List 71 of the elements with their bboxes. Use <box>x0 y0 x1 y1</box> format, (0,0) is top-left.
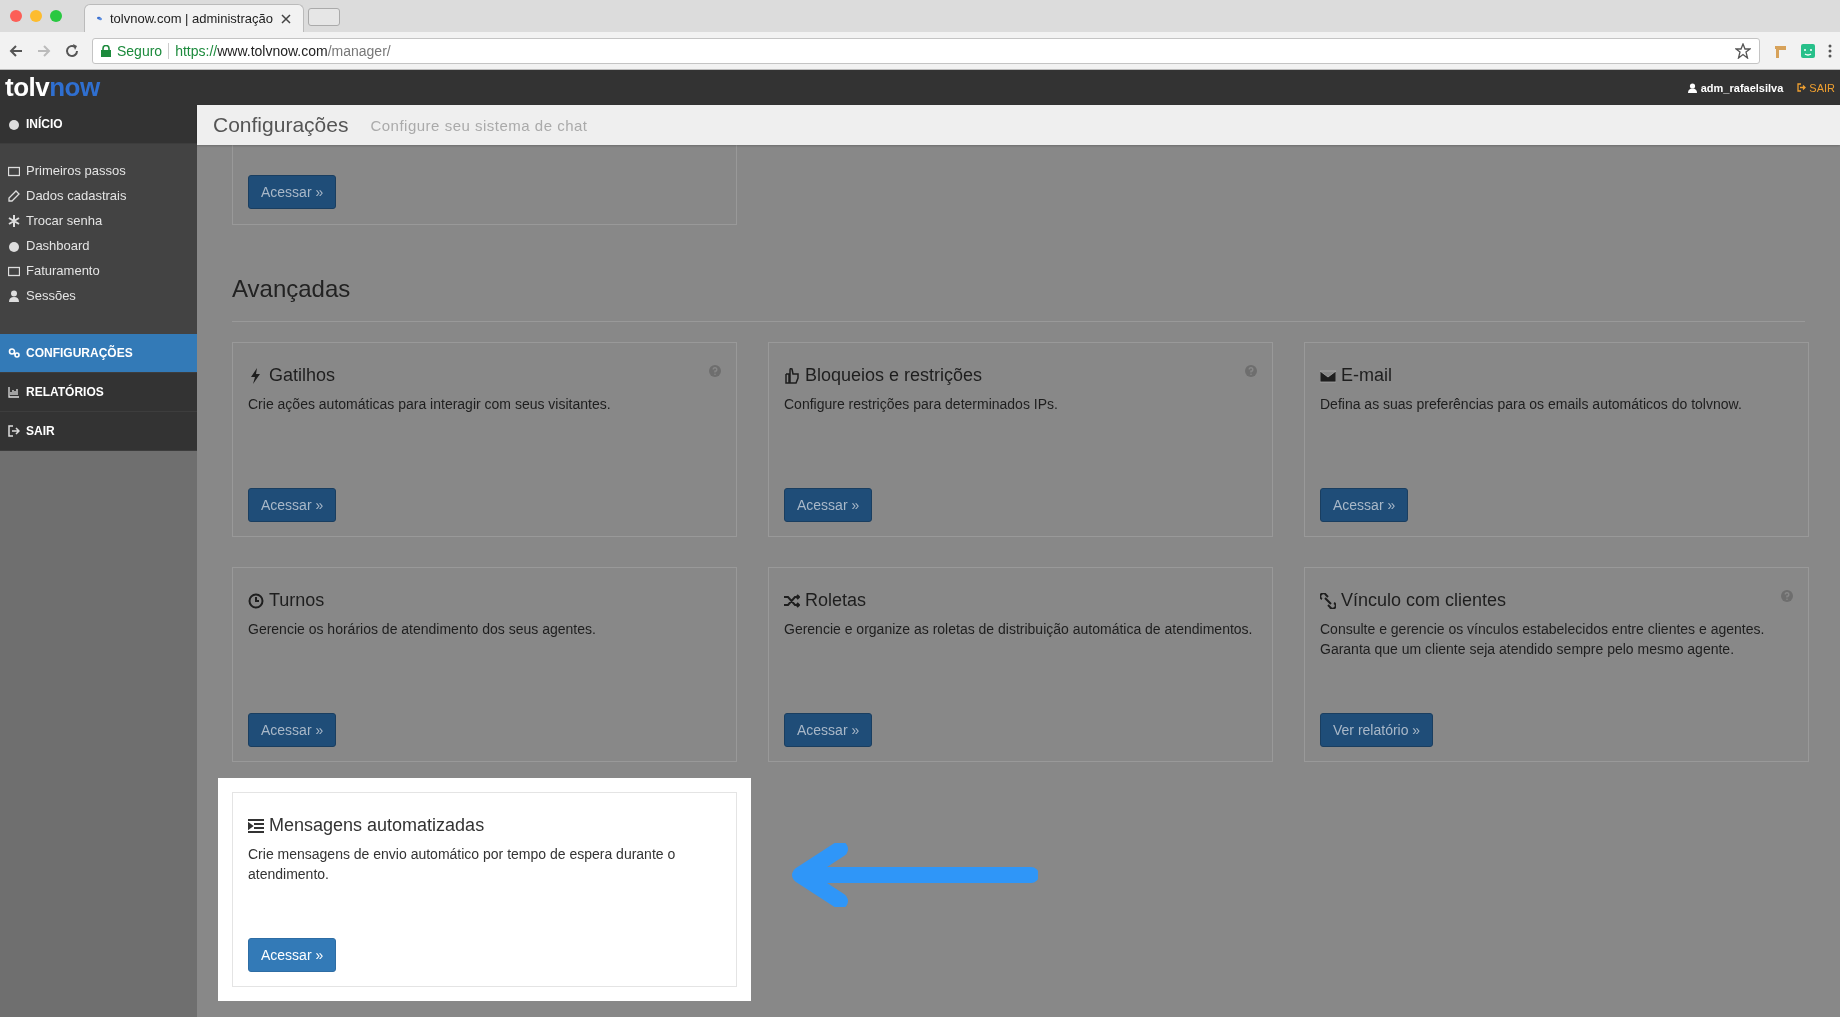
card-title: Bloqueios e restrições <box>805 365 984 386</box>
minimize-window-icon[interactable] <box>30 10 42 22</box>
card-description: Crie mensagens de envio automático por tempo de espera durante o atendimento. <box>248 845 677 884</box>
menu-icon[interactable] <box>1828 43 1832 58</box>
access-button[interactable]: Acessar » <box>784 488 873 522</box>
card-title: Vínculo com clientes <box>1341 590 1508 611</box>
sidebar-item[interactable]: SAIR <box>0 412 197 451</box>
access-button[interactable]: Acessar » <box>248 175 337 209</box>
user-icon <box>1687 82 1697 93</box>
card-title: E-mail <box>1341 365 1393 386</box>
section-heading: Avançadas <box>232 275 352 303</box>
access-button[interactable]: Acessar » <box>784 713 873 747</box>
card-description: Gerencie e organize as roletas de distribuição automática de atendimentos. <box>784 620 1254 639</box>
card-description: Gerencie os horários de atendimento dos seus agentes. <box>248 620 597 639</box>
sidebar-item[interactable]: RELATÓRIOS <box>0 373 197 412</box>
sidebar-item[interactable]: CONFIGURAÇÕES <box>0 334 197 373</box>
reload-icon[interactable] <box>64 42 80 59</box>
help-icon[interactable] <box>1245 365 1257 377</box>
back-icon[interactable] <box>8 42 24 59</box>
sidebar-item[interactable]: Primeiros passos <box>0 144 197 183</box>
browser-tab[interactable]: tolvnow.com | administração <box>84 4 304 32</box>
security-label: Seguro <box>117 42 163 59</box>
envelope-icon <box>1320 367 1336 384</box>
close-tab-icon[interactable] <box>281 13 291 24</box>
card-title: Gatilhos <box>269 365 337 386</box>
sign-out-icon <box>8 425 20 437</box>
address-field[interactable]: Seguro https://www.tolvnow.com/manager/ <box>92 37 1760 64</box>
sidebar-item[interactable]: Dados cadastrais <box>0 183 197 208</box>
access-button[interactable]: Acessar » <box>248 488 337 522</box>
bar-chart-icon <box>8 386 20 398</box>
card-description: Configure restrições para determinados IPs. <box>784 395 1059 414</box>
card-title: Mensagens automatizadas <box>269 815 486 836</box>
card-title: Turnos <box>269 590 326 611</box>
help-icon[interactable] <box>709 365 721 377</box>
clock-icon <box>248 592 264 609</box>
gears-icon <box>8 347 20 359</box>
card-description: Defina as suas preferências para os emails automáticos do tolvnow. <box>1320 395 1743 414</box>
page-subtitle: Configure seu sistema de chat <box>370 116 588 134</box>
sidebar-item[interactable]: Dashboard <box>0 233 197 258</box>
sidebar-item[interactable]: INÍCIO <box>0 105 197 144</box>
bookmark-star-icon[interactable] <box>1735 42 1751 59</box>
sidebar-item[interactable]: Sessões <box>0 283 197 334</box>
sign-out-icon <box>1797 83 1807 92</box>
asterisk-icon <box>8 214 20 227</box>
link-icon <box>1320 592 1336 609</box>
url-text: https://www.tolvnow.com/manager/ <box>175 42 392 59</box>
card-title: Roletas <box>805 590 868 611</box>
sidebar-item[interactable]: Trocar senha <box>0 208 197 233</box>
user-icon <box>8 289 20 302</box>
tab-title: tolvnow.com | administração <box>109 11 273 26</box>
edit-icon <box>8 189 20 202</box>
hand-icon <box>784 367 800 384</box>
logout-link[interactable]: SAIR <box>1797 81 1835 94</box>
forward-icon[interactable] <box>36 42 52 59</box>
lock-icon <box>101 44 111 57</box>
card-description: Consulte e gerencie os vínculos estabelecidos entre clientes e agentes. Garanta que um cliente seja atendido sempre pelo mesmo agente. <box>1320 620 1766 659</box>
indent-list-icon <box>248 817 264 834</box>
access-button[interactable]: Acessar » <box>248 713 337 747</box>
access-button[interactable]: Acessar » <box>1320 488 1409 522</box>
access-button[interactable]: Ver relatório » <box>1320 713 1434 747</box>
access-button[interactable]: Acessar » <box>248 938 337 972</box>
logo[interactable]: tolvnow <box>5 72 100 103</box>
card-description: Crie ações automáticas para interagir com seus visitantes. <box>248 395 612 414</box>
help-icon[interactable] <box>1781 590 1793 602</box>
sidebar-item[interactable]: Faturamento <box>0 258 197 283</box>
shuffle-icon <box>784 592 800 609</box>
close-window-icon[interactable] <box>10 10 22 22</box>
new-tab-button[interactable] <box>308 8 340 26</box>
username-link[interactable]: adm_rafaelsilva <box>1700 81 1784 94</box>
page-title: Configurações <box>213 113 349 137</box>
maximize-window-icon[interactable] <box>50 10 62 22</box>
